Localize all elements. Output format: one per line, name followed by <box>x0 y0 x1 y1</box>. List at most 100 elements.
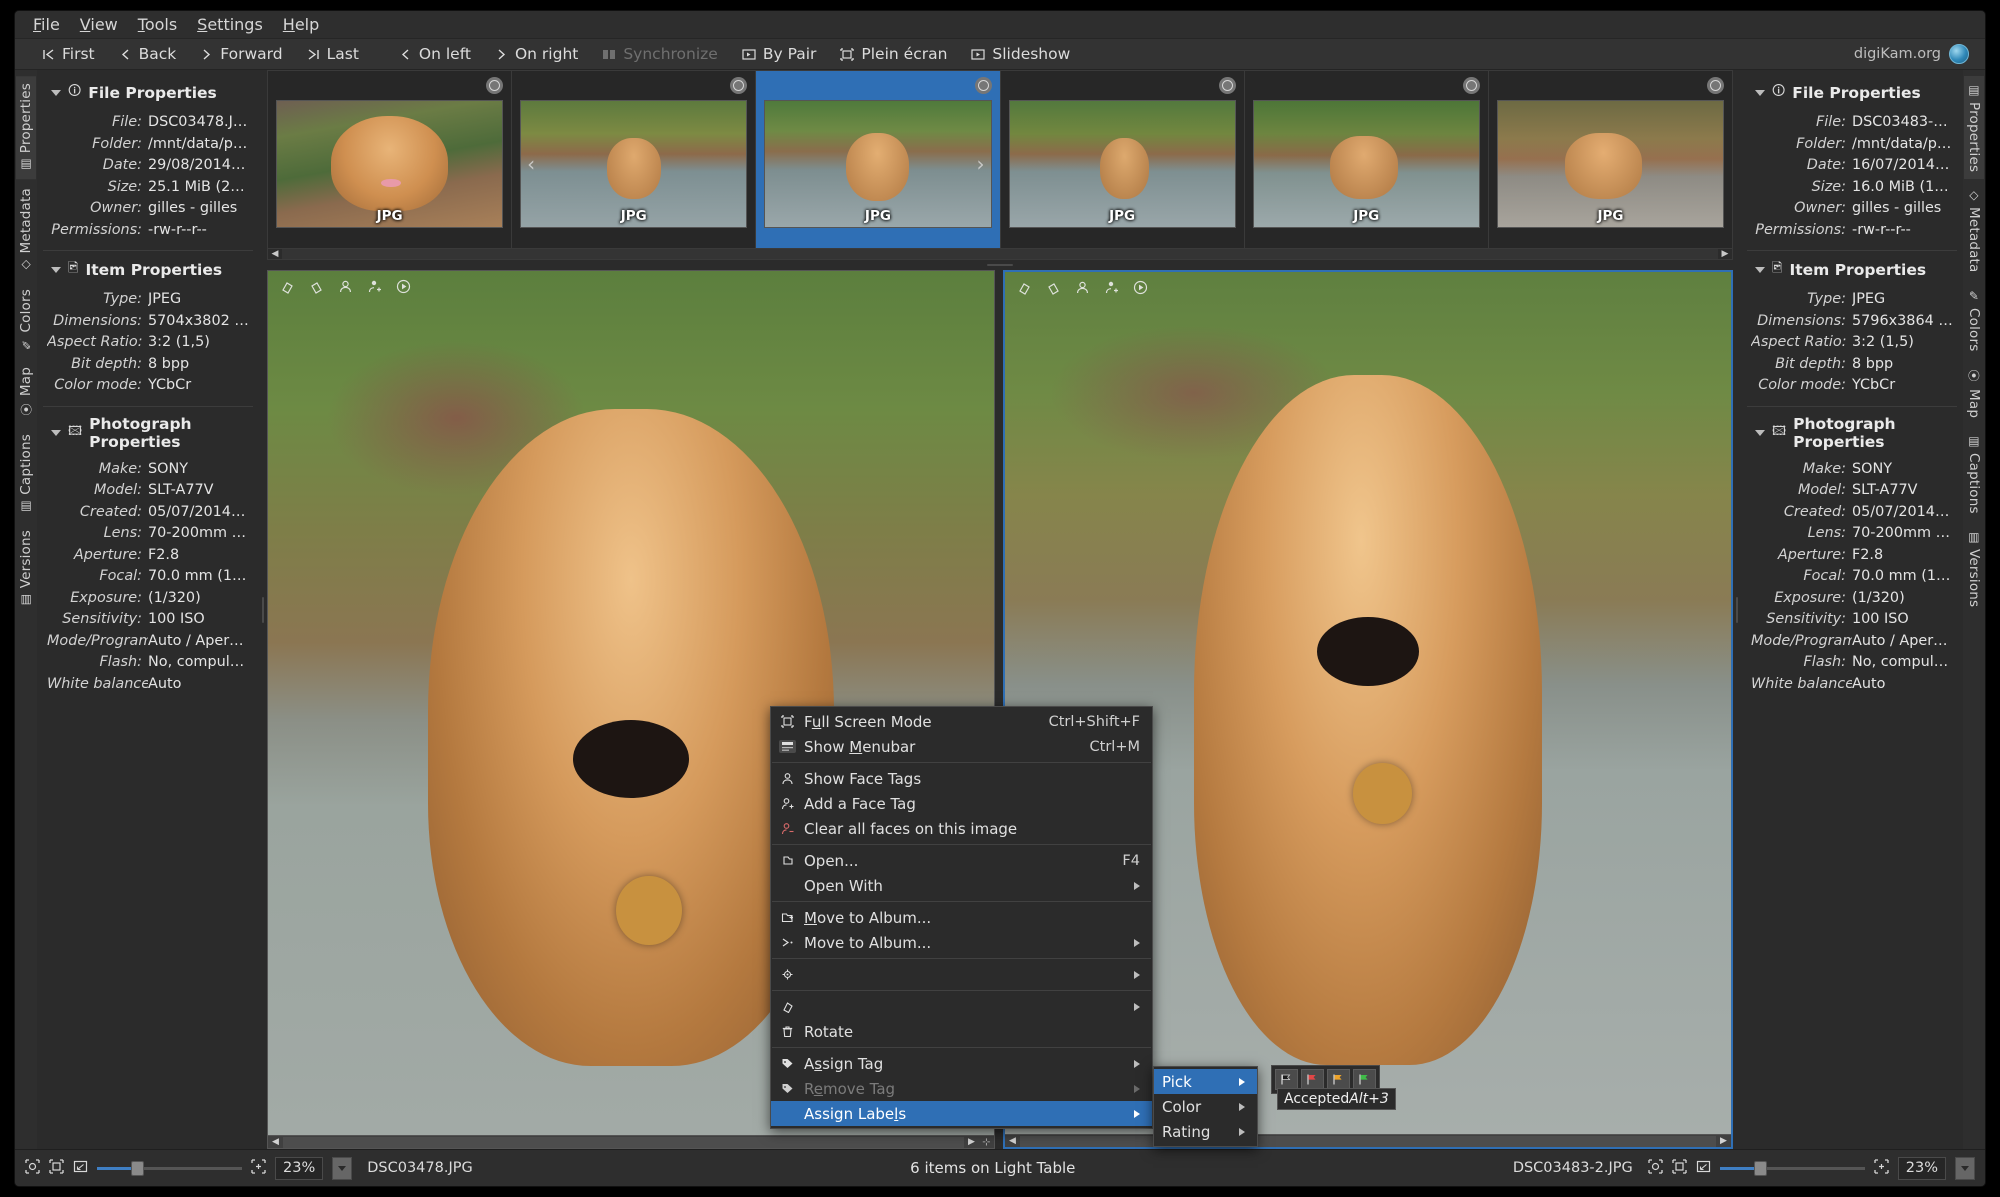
group-header[interactable]: 🛈 File Properties <box>1751 76 1953 112</box>
scroll-right-icon[interactable]: ▶ <box>1716 1136 1731 1146</box>
play-icon[interactable] <box>1133 280 1148 295</box>
resize-grip-icon[interactable]: ⊹ <box>979 1137 994 1148</box>
image-context-menu[interactable]: Full Screen Mode Ctrl+Shift+F Show Menub… <box>770 706 1153 1129</box>
toolbar-slideshow-button[interactable]: Slideshow <box>962 42 1079 66</box>
menu-item-open-with[interactable]: Open With <box>771 873 1152 898</box>
pick-flag-none-button[interactable] <box>1275 1069 1298 1090</box>
zoom-out-icon[interactable] <box>1874 1158 1889 1178</box>
right-zoom-dropdown[interactable] <box>1955 1156 1975 1180</box>
menu-item-add-a-face-tag[interactable]: Add a Face Tag <box>771 791 1152 816</box>
rotate-left-icon[interactable] <box>1017 280 1032 295</box>
menu-item-assign-labels[interactable]: Assign Labels <box>771 1101 1152 1126</box>
group-header[interactable]: 🖾 Photograph Properties <box>47 409 249 459</box>
thumbbar-scrollbar[interactable]: ◀ ▶ <box>267 248 1733 260</box>
left-zoom-slider[interactable] <box>97 1160 242 1176</box>
right-zoom-slider[interactable] <box>1719 1160 1865 1176</box>
sidebar-item-versions[interactable]: ▥ Versions <box>1964 523 1984 614</box>
prev-chevron-icon[interactable]: ‹ <box>527 152 535 176</box>
scroll-right-icon[interactable]: ▶ <box>964 1137 979 1147</box>
thumbbar-item[interactable]: ‹ JPG <box>512 71 757 248</box>
zoom-out-icon[interactable] <box>251 1158 266 1178</box>
zoom-100-icon[interactable] <box>1696 1159 1711 1178</box>
submenu-item-rating[interactable]: Rating <box>1154 1119 1257 1144</box>
submenu-item-pick[interactable]: Pick <box>1154 1069 1257 1094</box>
toolbar-by-pair-button[interactable]: By Pair <box>733 42 826 66</box>
menu-item-rotate[interactable] <box>771 994 1152 1019</box>
sidebar-item-captions[interactable]: ▤ Captions <box>16 427 36 521</box>
menu-item-batch-queue-manager[interactable] <box>771 962 1152 987</box>
submenu-item-color[interactable]: Color <box>1154 1094 1257 1119</box>
menu-item-show-face-tags[interactable]: Show Face Tags <box>771 766 1152 791</box>
scroll-right-icon[interactable]: ▶ <box>1718 249 1732 259</box>
menu-item-remove-tag[interactable]: Remove Tag <box>771 1076 1152 1101</box>
zoom-fit-icon[interactable] <box>49 1158 64 1178</box>
add-face-tag-icon[interactable] <box>367 279 382 294</box>
center-splitter[interactable] <box>267 260 1733 270</box>
thumbbar-item[interactable]: JPG <box>1244 71 1489 248</box>
pick-flag-accepted-button[interactable] <box>1353 1069 1376 1090</box>
rotate-right-icon[interactable] <box>1046 280 1061 295</box>
menu-item-move-to-trash[interactable]: Rotate <box>771 1019 1152 1044</box>
thumbbar-item-selected[interactable]: › JPG <box>756 71 1001 248</box>
scroll-left-icon[interactable]: ◀ <box>268 1137 283 1147</box>
group-header[interactable]: 🛈 File Properties <box>47 76 249 112</box>
rotate-left-icon[interactable] <box>280 279 295 294</box>
right-splitter[interactable] <box>1733 70 1741 1149</box>
group-header[interactable]: 🖾 Photograph Properties <box>1751 409 1953 459</box>
sidebar-item-versions[interactable]: ▥ Versions <box>16 523 36 614</box>
zoom-100-icon[interactable] <box>73 1159 88 1178</box>
menu-item-move-to-album[interactable]: Move to Album... <box>771 905 1152 930</box>
next-chevron-icon[interactable]: › <box>977 152 985 176</box>
toolbar-back-button[interactable]: Back <box>110 42 186 66</box>
sidebar-item-metadata[interactable]: ◇ Metadata <box>16 181 36 280</box>
sidebar-item-properties[interactable]: ▤ Properties <box>16 76 36 180</box>
scrollbar-track[interactable] <box>282 249 1718 259</box>
menu-item-open[interactable]: Open... F4 <box>771 848 1152 873</box>
sidebar-item-metadata[interactable]: ◇ Metadata <box>1964 181 1984 280</box>
left-preview-scrollbar[interactable]: ◀ ▶ ⊹ <box>268 1135 994 1148</box>
pick-flag-pending-button[interactable] <box>1327 1069 1350 1090</box>
thumbbar-item[interactable]: JPG <box>1488 71 1733 248</box>
menu-tools[interactable]: Tools <box>138 15 177 34</box>
sidebar-item-map[interactable]: ⦿ Map <box>16 360 36 425</box>
right-preview-scrollbar[interactable]: ◀ ▶ <box>1005 1134 1731 1147</box>
play-icon[interactable] <box>396 279 411 294</box>
group-header[interactable]: 🖻 Item Properties <box>1751 253 1953 289</box>
right-zoom-value[interactable]: 23% <box>1897 1156 1946 1180</box>
menu-help[interactable]: Help <box>283 15 319 34</box>
toolbar-forward-button[interactable]: Forward <box>191 42 291 66</box>
menu-file[interactable]: File <box>33 15 60 34</box>
add-face-tag-icon[interactable] <box>1104 280 1119 295</box>
menu-item-clear-all-faces[interactable]: Clear all faces on this image <box>771 816 1152 841</box>
left-splitter[interactable] <box>259 70 267 1149</box>
left-zoom-dropdown[interactable] <box>332 1156 353 1180</box>
menu-item-assign-tag[interactable]: Assign Tag <box>771 1051 1152 1076</box>
sidebar-item-properties[interactable]: ▤ Properties <box>1964 76 1984 180</box>
thumbbar-item[interactable]: JPG <box>268 71 513 248</box>
scrollbar-track[interactable] <box>1020 1135 1716 1147</box>
scrollbar-track[interactable] <box>283 1136 964 1148</box>
sidebar-item-map[interactable]: ⦿ Map <box>1964 360 1984 425</box>
fit-to-window-icon[interactable] <box>1648 1158 1663 1178</box>
left-zoom-value[interactable]: 23% <box>275 1156 324 1180</box>
sidebar-item-colors[interactable]: ✎ Colors <box>16 282 36 358</box>
rotate-right-icon[interactable] <box>309 279 324 294</box>
brand-label[interactable]: digiKam.org <box>1854 44 1969 64</box>
fit-to-window-icon[interactable] <box>25 1158 40 1178</box>
menu-item-go-to[interactable]: Move to Album... <box>771 930 1152 955</box>
face-tag-icon[interactable] <box>338 279 353 294</box>
toolbar-on-left-button[interactable]: On left <box>390 42 480 66</box>
scroll-left-icon[interactable]: ◀ <box>1005 1136 1020 1146</box>
toolbar-on-right-button[interactable]: On right <box>486 42 587 66</box>
menu-item-full-screen-mode[interactable]: Full Screen Mode Ctrl+Shift+F <box>771 709 1152 734</box>
menu-item-show-menubar[interactable]: Show Menubar Ctrl+M <box>771 734 1152 759</box>
group-header[interactable]: 🖻 Item Properties <box>47 253 249 289</box>
toolbar-last-button[interactable]: Last <box>298 42 368 66</box>
pick-flag-rejected-button[interactable] <box>1301 1069 1324 1090</box>
menu-settings[interactable]: Settings <box>197 15 263 34</box>
toolbar-synchronize-button[interactable]: Synchronize <box>593 42 727 66</box>
zoom-fit-icon[interactable] <box>1672 1158 1687 1178</box>
assign-labels-submenu[interactable]: Pick Color Rating <box>1153 1066 1258 1147</box>
toolbar-fullscreen-button[interactable]: Plein écran <box>831 42 956 66</box>
sidebar-item-colors[interactable]: ✎ Colors <box>1964 282 1984 358</box>
